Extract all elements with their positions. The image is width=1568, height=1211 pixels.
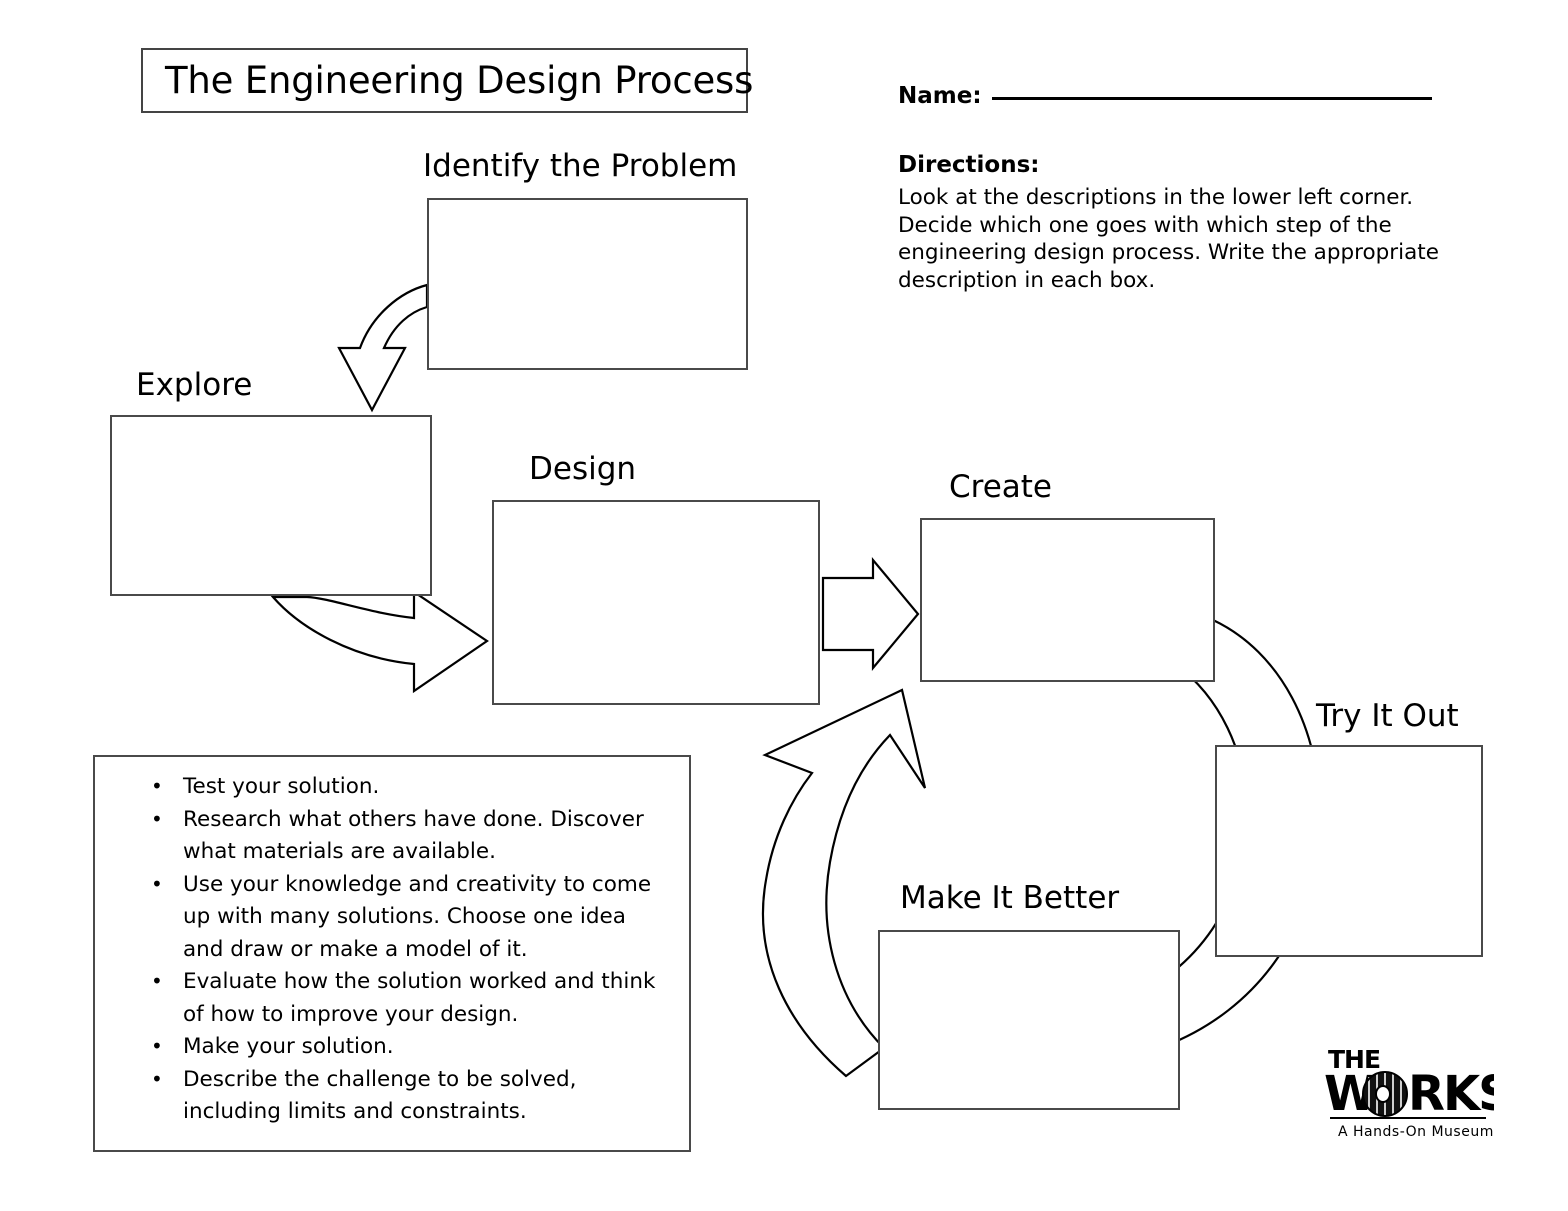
step-label-explore: Explore [136,367,253,403]
logo-rks-text: RKS [1408,1066,1494,1122]
gear-icon [1362,1071,1408,1117]
list-item: Describe the challenge to be solved, inc… [151,1063,673,1129]
answer-box-make-it-better[interactable] [878,930,1180,1110]
answer-box-explore[interactable] [110,415,432,596]
descriptions-panel: Test your solution. Research what others… [93,755,691,1152]
directions-heading: Directions: [898,152,1040,178]
step-label-make-it-better: Make It Better [900,880,1120,916]
descriptions-list: Test your solution. Research what others… [95,757,689,1129]
answer-box-design[interactable] [492,500,820,705]
list-item: Research what others have done. Discover… [151,803,673,869]
the-works-museum-logo: THE W RKS A Hands-On Museu [1322,1042,1494,1144]
answer-box-try-it-out[interactable] [1215,745,1483,957]
step-label-try-it-out: Try It Out [1316,698,1459,734]
worksheet-page: The Engineering Design Process Name: Dir… [0,0,1568,1211]
list-item: Evaluate how the solution worked and thi… [151,965,673,1031]
step-label-identify-the-problem: Identify the Problem [423,148,738,184]
page-title: The Engineering Design Process [165,59,754,102]
name-label: Name: [898,83,982,109]
list-item: Use your knowledge and creativity to com… [151,868,673,967]
arrow-design-to-create [821,556,920,672]
arrow-identify-to-explore [337,283,429,413]
step-label-create: Create [949,469,1053,505]
answer-box-create[interactable] [920,518,1215,682]
list-item: Test your solution. [151,770,673,804]
list-item: Make your solution. [151,1030,673,1064]
arrow-explore-to-design [270,589,489,694]
directions-text: Look at the descriptions in the lower le… [898,185,1439,293]
step-label-design: Design [529,451,637,487]
worksheet-title-box: The Engineering Design Process [141,48,753,113]
name-write-in-line[interactable] [991,97,1432,100]
answer-box-identify-the-problem[interactable] [427,198,748,370]
name-field-row: Name: [898,83,1432,109]
logo-tagline: A Hands-On Museum [1338,1124,1494,1140]
